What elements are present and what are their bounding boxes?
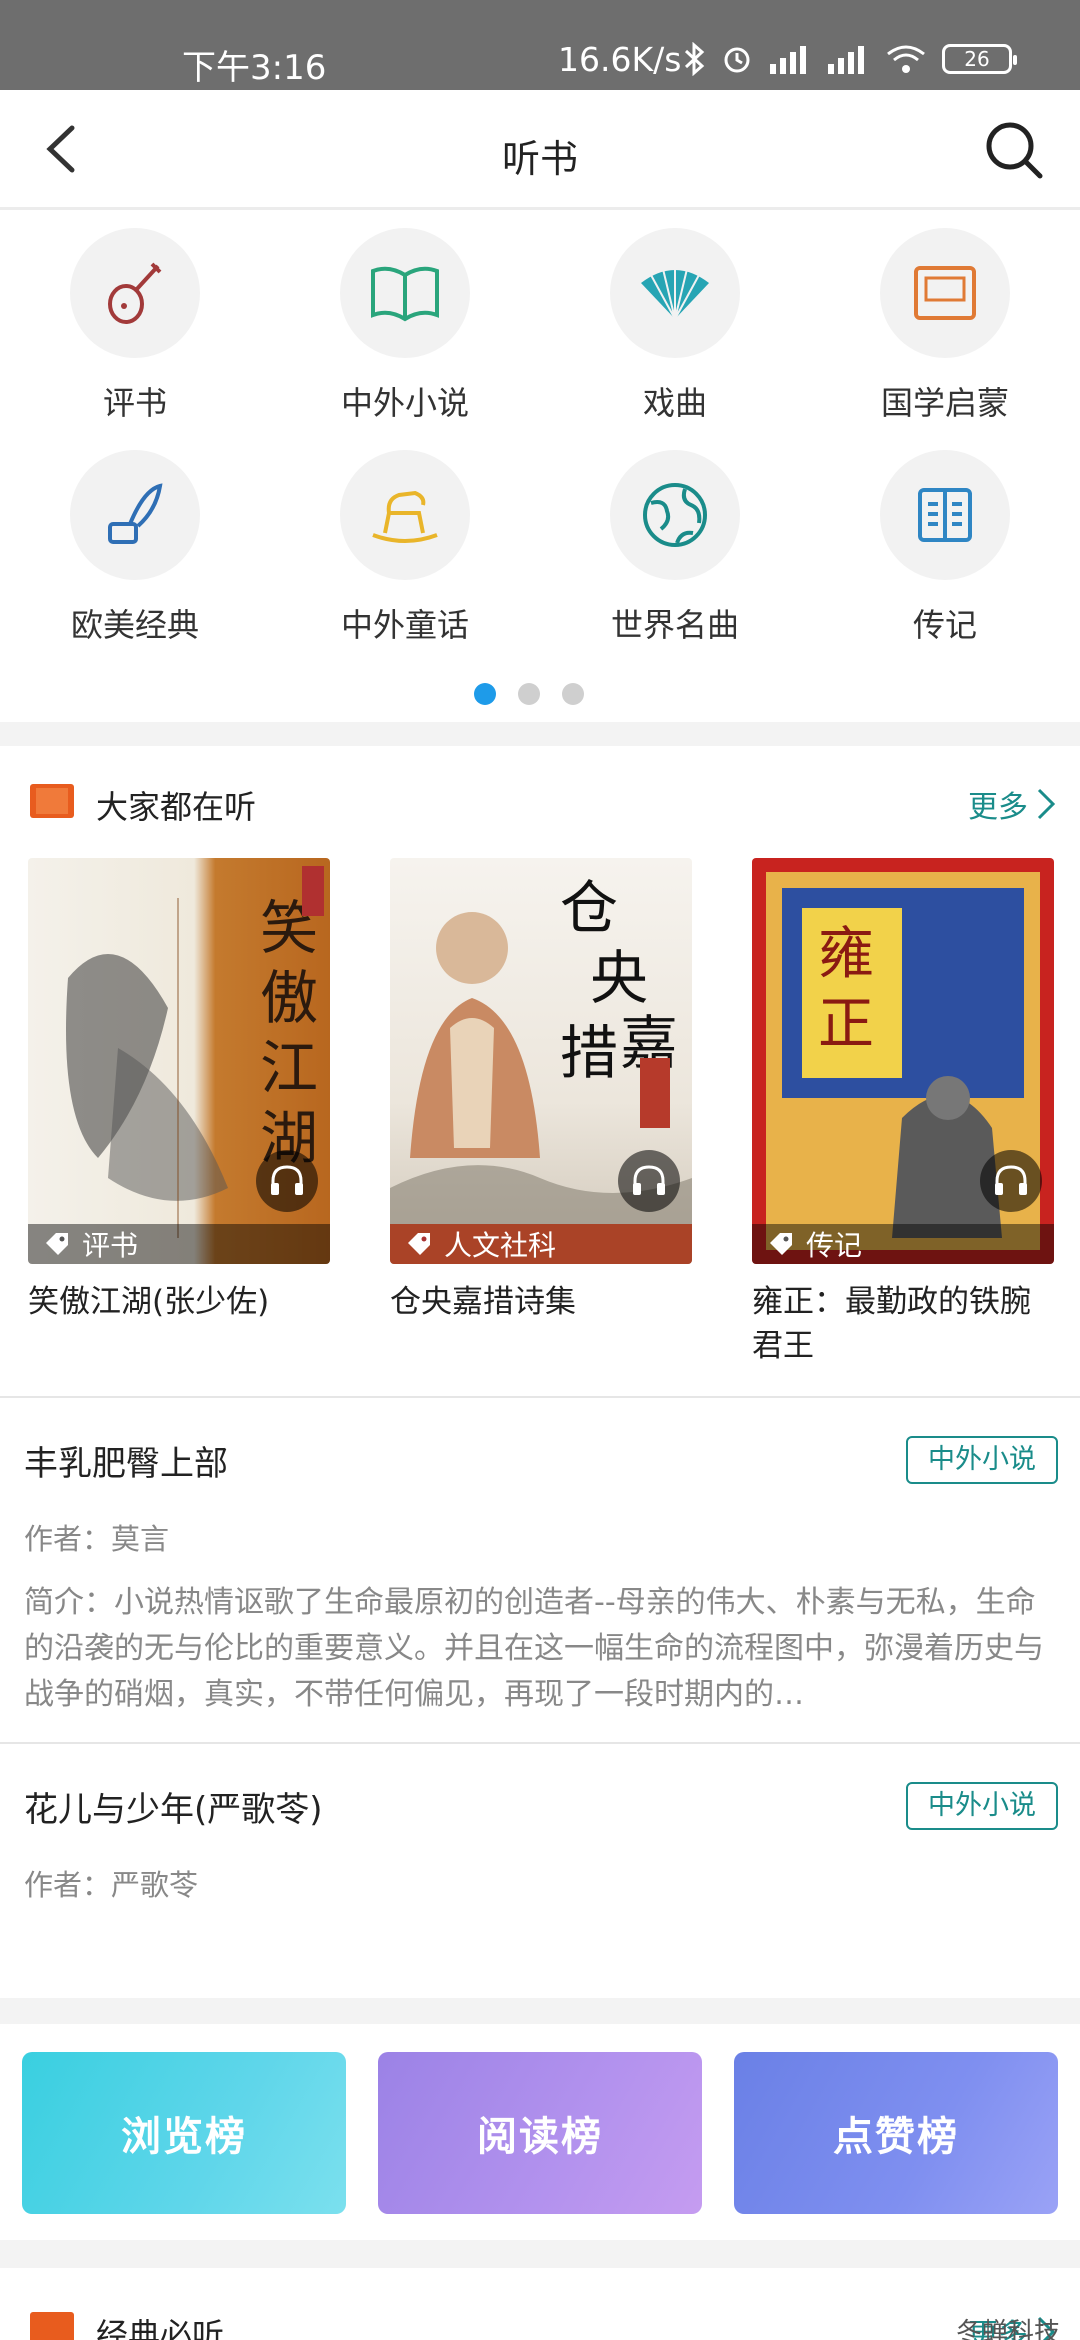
category-western-classic[interactable]: 欧美经典 [35, 450, 235, 646]
category-novel[interactable]: 中外小说 [305, 228, 505, 424]
cover-tag-label: 传记 [806, 1229, 863, 1262]
category-label: 传记 [912, 606, 977, 644]
book-title[interactable]: 雍正：最勤政的铁腕君王 [752, 1280, 1054, 1368]
popular-section-header: 大家都在听 更多 [0, 772, 1080, 832]
section-divider [0, 2240, 1080, 2268]
category-world-music[interactable]: 世界名曲 [575, 450, 775, 646]
tag-icon [46, 1233, 68, 1255]
category-label: 欧美经典 [70, 606, 199, 644]
rocking-horse-icon [340, 450, 470, 580]
category-biography[interactable]: 传记 [845, 450, 1045, 646]
svg-text:仓: 仓 [560, 874, 618, 942]
list-item[interactable]: 花儿与少年(严歌苓) 中外小说 作者：严歌苓 [0, 1742, 1080, 1998]
cover-category-tag: 传记 [752, 1224, 1054, 1264]
book-cover[interactable]: 雍 正 传记 [752, 858, 1054, 1264]
category-badge[interactable]: 中外小说 [906, 1436, 1058, 1484]
book-card[interactable]: 雍 正 传记 雍正：最勤政的铁腕君王 [752, 858, 1054, 1368]
status-time: 下午3:16 [182, 48, 327, 88]
category-label: 国学启蒙 [880, 384, 1009, 422]
category-guoxue[interactable]: 国学启蒙 [845, 228, 1045, 424]
headphones-icon[interactable] [618, 1150, 680, 1212]
more-link[interactable]: 更多 [968, 782, 1056, 826]
book-icon [30, 784, 74, 818]
page-title: 听书 [501, 137, 578, 181]
category-opera[interactable]: 戏曲 [575, 228, 775, 424]
svg-text:江: 江 [260, 1034, 318, 1102]
svg-text:措: 措 [560, 1019, 618, 1087]
status-icons: 26 [682, 42, 1017, 76]
open-book-icon [340, 228, 470, 358]
signal-icon-2 [828, 46, 864, 74]
cover-tag-label: 人文社科 [444, 1229, 557, 1262]
tag-icon [770, 1233, 792, 1255]
page-dot[interactable] [562, 683, 584, 705]
bluetooth-icon [684, 42, 705, 76]
battery-indicator: 26 [942, 44, 1017, 74]
book-icon [30, 2312, 74, 2340]
like-rank-button[interactable]: 点赞榜 [734, 2052, 1058, 2214]
book-cover[interactable]: 仓 央 嘉 措 人文社科 [390, 858, 692, 1264]
list-item-title[interactable]: 丰乳肥臀上部 [24, 1436, 228, 1485]
book-card[interactable]: 仓 央 嘉 措 人文社科 仓央嘉措诗集 [390, 858, 692, 1324]
svg-text:傲: 傲 [260, 964, 318, 1032]
cover-category-tag: 评书 [28, 1224, 330, 1264]
category-label: 评书 [102, 384, 167, 422]
read-rank-button[interactable]: 阅读榜 [378, 2052, 702, 2214]
sishu-icon [880, 228, 1010, 358]
more-label: 更多 [968, 790, 1028, 825]
watermark: 冬蝉科技 [955, 2318, 1060, 2340]
document-icon [880, 450, 1010, 580]
status-net-speed: 16.6K/s [558, 40, 682, 79]
page-dot-active[interactable] [474, 683, 496, 705]
list-item-author: 作者：莫言 [24, 1522, 170, 1556]
headphones-icon[interactable] [256, 1150, 318, 1212]
category-fairy-tale[interactable]: 中外童话 [305, 450, 505, 646]
list-item-author: 作者：严歌苓 [24, 1868, 199, 1902]
page-indicator[interactable] [474, 683, 584, 705]
list-item-title[interactable]: 花儿与少年(严歌苓) [24, 1782, 323, 1831]
fan-icon [610, 228, 740, 358]
globe-icon [610, 450, 740, 580]
svg-text:央: 央 [590, 944, 648, 1012]
svg-text:正: 正 [818, 992, 874, 1057]
svg-text:雍: 雍 [818, 922, 874, 987]
section-title: 经典必听 [96, 2316, 225, 2340]
status-bar: 下午3:16 16.6K/s 26 [0, 0, 1080, 90]
chevron-right-icon [1037, 788, 1056, 820]
classic-section-header: 经典必听 更多 [0, 2300, 1080, 2340]
signal-icon [770, 46, 806, 74]
category-label: 中外童话 [340, 606, 469, 644]
book-cover[interactable]: 笑 傲 江 湖 评书 [28, 858, 330, 1264]
quill-ink-icon [70, 450, 200, 580]
alarm-icon [724, 47, 750, 73]
list-item[interactable]: 丰乳肥臀上部 中外小说 作者：莫言 简介：小说热情讴歌了生命最原初的创造者--母… [0, 1396, 1080, 1742]
category-label: 世界名曲 [610, 606, 739, 644]
page-dot[interactable] [518, 683, 540, 705]
list-item-description: 简介：小说热情讴歌了生命最原初的创造者--母亲的伟大、朴素与无私，生命的沿袭的无… [24, 1585, 1044, 1712]
section-divider [0, 722, 1080, 746]
category-badge[interactable]: 中外小说 [906, 1782, 1058, 1830]
search-icon[interactable] [982, 118, 1046, 182]
book-title[interactable]: 仓央嘉措诗集 [390, 1280, 692, 1324]
wifi-icon [887, 45, 925, 73]
book-title[interactable]: 笑傲江湖(张少佐) [28, 1280, 330, 1324]
section-title: 大家都在听 [96, 788, 257, 826]
category-label: 中外小说 [340, 384, 469, 422]
headphones-icon[interactable] [980, 1150, 1042, 1212]
pipa-icon [70, 228, 200, 358]
category-pingshu[interactable]: 评书 [35, 228, 235, 424]
nav-bar: 听书 [0, 90, 1080, 210]
tag-icon [408, 1233, 430, 1255]
cover-tag-label: 评书 [82, 1229, 139, 1262]
book-card[interactable]: 笑 傲 江 湖 评书 笑傲江湖(张少佐) [28, 858, 330, 1324]
section-divider [0, 1998, 1080, 2024]
browse-rank-button[interactable]: 浏览榜 [22, 2052, 346, 2214]
cover-category-tag: 人文社科 [390, 1224, 692, 1264]
category-label: 戏曲 [642, 384, 707, 422]
